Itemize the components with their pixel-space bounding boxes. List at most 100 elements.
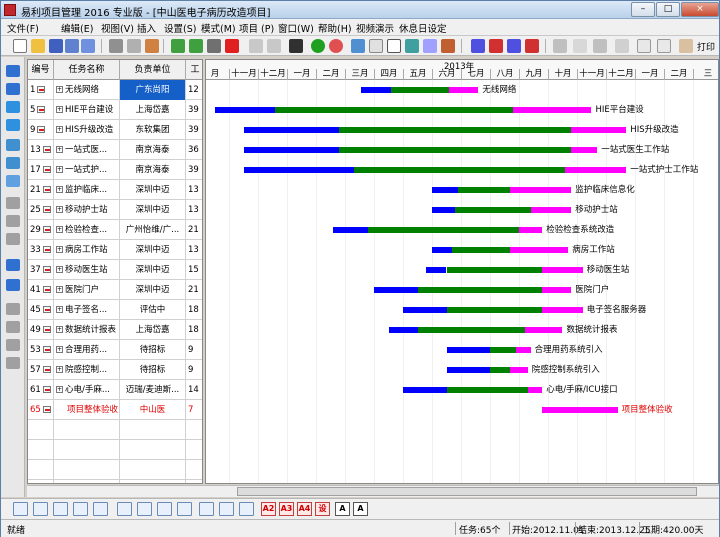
task-bar-green[interactable]: [368, 227, 519, 233]
row-task-name[interactable]: + 数据统计报表: [54, 320, 120, 340]
save-all-icon[interactable]: [65, 39, 79, 53]
row-unit[interactable]: 深圳中迈: [120, 240, 186, 260]
expand-icon[interactable]: +: [56, 266, 63, 273]
expand-icon[interactable]: +: [56, 106, 63, 113]
row-unit[interactable]: 上海岱嘉: [120, 100, 186, 120]
split-task-icon[interactable]: [6, 175, 20, 187]
task-bar-blue[interactable]: [426, 267, 447, 273]
row-duration[interactable]: 14: [186, 380, 202, 400]
expand-icon[interactable]: +: [56, 286, 63, 293]
indent-icon[interactable]: [171, 39, 185, 53]
redo-icon[interactable]: [267, 39, 281, 53]
move-up-icon[interactable]: [6, 65, 20, 77]
binoculars-icon[interactable]: [289, 39, 303, 53]
menu-holiday-settings[interactable]: 休息日设定: [399, 21, 447, 35]
row-duration[interactable]: 18: [186, 300, 202, 320]
save-icon[interactable]: [49, 39, 63, 53]
task-bar-blue[interactable]: [243, 127, 340, 133]
view-calendar-icon[interactable]: [73, 502, 88, 516]
task-bar-green[interactable]: [339, 127, 572, 133]
text-icon[interactable]: [387, 39, 401, 53]
row-duration[interactable]: 13: [186, 240, 202, 260]
row-task-name[interactable]: + 病房工作站: [54, 240, 120, 260]
header-unit[interactable]: 负责单位: [120, 60, 186, 80]
task-bar-magenta[interactable]: [542, 287, 572, 293]
row-duration[interactable]: 39: [186, 120, 202, 140]
task-bar-green[interactable]: [490, 367, 511, 373]
row-unit[interactable]: 迈瑞/麦迪斯...: [120, 380, 186, 400]
close-button[interactable]: ×: [681, 2, 719, 17]
task-bar-magenta[interactable]: [510, 367, 528, 373]
task-bar-green[interactable]: [391, 87, 450, 93]
header-task-name[interactable]: 任务名称: [54, 60, 120, 80]
task-bar-green[interactable]: [446, 307, 543, 313]
task-bar-green[interactable]: [455, 207, 531, 213]
row-task-name[interactable]: + 心电/手麻...: [54, 380, 120, 400]
row-duration[interactable]: 39: [186, 100, 202, 120]
row-task-name[interactable]: + 院感控制...: [54, 360, 120, 380]
table-row[interactable]: 37 + 移动医生站 深圳中迈 15: [28, 260, 202, 280]
arrow-up-down-icon[interactable]: [507, 39, 521, 53]
shrink-horizontal-icon[interactable]: [489, 39, 503, 53]
task-bar-blue[interactable]: [214, 107, 276, 113]
task-bar-magenta[interactable]: [527, 387, 543, 393]
task-bar-blue[interactable]: [432, 207, 456, 213]
table-row[interactable]: 9 + HIS升级改造 东软集团 39: [28, 120, 202, 140]
undo-icon[interactable]: [249, 39, 263, 53]
expand-icon[interactable]: +: [56, 326, 63, 333]
expand-icon[interactable]: +: [56, 86, 63, 93]
menu-project[interactable]: 项目 (P): [239, 21, 274, 35]
filter-icon[interactable]: [6, 339, 20, 351]
zoom-out-icon[interactable]: [553, 39, 567, 53]
shrink-vertical-icon[interactable]: [525, 39, 539, 53]
copy-icon[interactable]: [369, 39, 383, 53]
row-unit[interactable]: 待招标: [120, 360, 186, 380]
table-row[interactable]: 61 + 心电/手麻... 迈瑞/麦迪斯... 14: [28, 380, 202, 400]
view-resource-icon[interactable]: [93, 502, 108, 516]
task-bar-blue[interactable]: [374, 287, 418, 293]
task-bar-blue[interactable]: [333, 227, 369, 233]
table-row[interactable]: 13 + 一站式医... 南京海泰 36: [28, 140, 202, 160]
fullscreen-icon[interactable]: [637, 39, 651, 53]
outdent-icon[interactable]: [189, 39, 203, 53]
print-preview-icon[interactable]: [127, 39, 141, 53]
paper-a3-icon[interactable]: A3: [279, 502, 294, 516]
row-task-name[interactable]: 项目整体验收: [54, 400, 120, 420]
row-unit[interactable]: 中山医: [120, 400, 186, 420]
row-duration[interactable]: 9: [186, 340, 202, 360]
column-icon[interactable]: [6, 197, 20, 209]
expand-icon[interactable]: +: [56, 186, 63, 193]
remove-task-icon[interactable]: [6, 119, 20, 131]
expand-icon[interactable]: +: [56, 306, 63, 313]
table-row[interactable]: 65 项目整体验收 中山医 7: [28, 400, 202, 420]
scrollbar-thumb[interactable]: [237, 487, 697, 496]
table-row[interactable]: 5 + HIE平台建设 上海岱嘉 39: [28, 100, 202, 120]
row-unit[interactable]: 深圳中迈: [120, 260, 186, 280]
row-unit[interactable]: 广东尚阳: [120, 80, 186, 100]
font-outline-icon[interactable]: A: [353, 502, 368, 516]
row-unit[interactable]: 南京海泰: [120, 140, 186, 160]
task-bar-blue[interactable]: [243, 167, 354, 173]
fit-page-icon[interactable]: [615, 39, 629, 53]
report-icon[interactable]: [6, 321, 20, 333]
row-icon[interactable]: [6, 215, 20, 227]
chart-icon[interactable]: [177, 502, 192, 516]
expand-icon[interactable]: +: [56, 386, 63, 393]
expand-icon[interactable]: +: [56, 126, 63, 133]
expand-icon[interactable]: +: [56, 146, 63, 153]
task-bar-magenta[interactable]: [565, 167, 627, 173]
task-bar-magenta[interactable]: [542, 307, 583, 313]
delete-icon[interactable]: [225, 39, 239, 53]
task-bar-blue[interactable]: [446, 367, 490, 373]
task-bar-blue[interactable]: [432, 187, 459, 193]
task-bar-blue[interactable]: [432, 247, 453, 253]
task-bar-green[interactable]: [446, 387, 528, 393]
detail-icon[interactable]: [157, 502, 172, 516]
zoom-100-icon[interactable]: [573, 39, 587, 53]
expand-icon[interactable]: +: [56, 226, 63, 233]
link-task-icon[interactable]: [6, 139, 20, 151]
view-network-icon[interactable]: [53, 502, 68, 516]
list-icon[interactable]: [137, 502, 152, 516]
expand-icon[interactable]: +: [56, 346, 63, 353]
floppy-icon[interactable]: [207, 39, 221, 53]
